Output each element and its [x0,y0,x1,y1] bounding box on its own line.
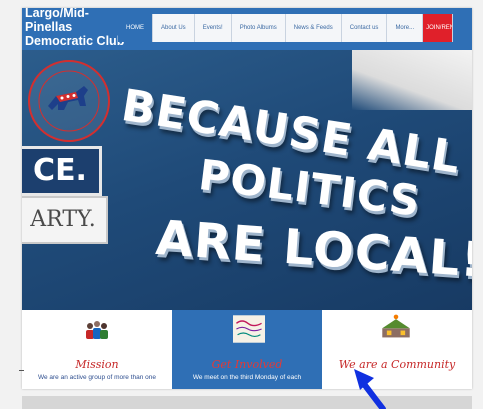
card-mission-title: Mission [75,358,119,371]
card-mission-text: We are an active group of more than one [37,374,157,381]
bottom-scrollbar[interactable] [22,396,472,409]
scroll-mark [19,370,24,371]
page: Largo/Mid-Pinellas Democratic Club HOME … [22,8,472,389]
card-mission[interactable]: Mission We are an active group of more t… [22,310,172,389]
nav-contact-us[interactable]: Contact us [341,14,388,42]
donkey-logo-icon [38,70,100,132]
card-community[interactable]: We are a Community [322,310,472,389]
join-renew-button[interactable]: JOIN/RENEW [423,14,454,42]
nav-news-feeds[interactable]: News & Feeds [285,14,342,42]
tent-canopy [352,50,472,110]
card-get-involved[interactable]: Get Involved We meet on the third Monday… [172,310,322,389]
card-get-involved-text: We meet on the third Monday of each [192,374,302,381]
community-icon [382,314,410,338]
nav-about-us[interactable]: About Us [153,14,195,42]
site-title-line2: Democratic Club [25,34,125,48]
hero-line-3: ARE LOCAL! [154,210,472,289]
people-icon [86,321,108,339]
nav-photo-albums[interactable]: Photo Albums [231,14,286,42]
club-logo [28,60,110,142]
site-header: Largo/Mid-Pinellas Democratic Club HOME … [22,8,472,50]
main-nav: HOME About Us Events! Photo Albums News … [118,14,454,42]
hero-banner: CE. ARTY. BECAUSE ALL POLITICS ARE LOCAL… [22,50,472,315]
nav-home[interactable]: HOME [118,14,153,42]
nav-more[interactable]: More... [387,14,424,42]
feature-cards: Mission We are an active group of more t… [22,310,472,389]
sign-left-bottom: ARTY. [22,196,108,244]
involved-graphic-icon [233,315,265,343]
card-community-title: We are a Community [338,358,456,371]
card-get-involved-title: Get Involved [211,358,283,371]
sign-left-top: CE. [22,146,102,196]
nav-events[interactable]: Events! [194,14,232,42]
